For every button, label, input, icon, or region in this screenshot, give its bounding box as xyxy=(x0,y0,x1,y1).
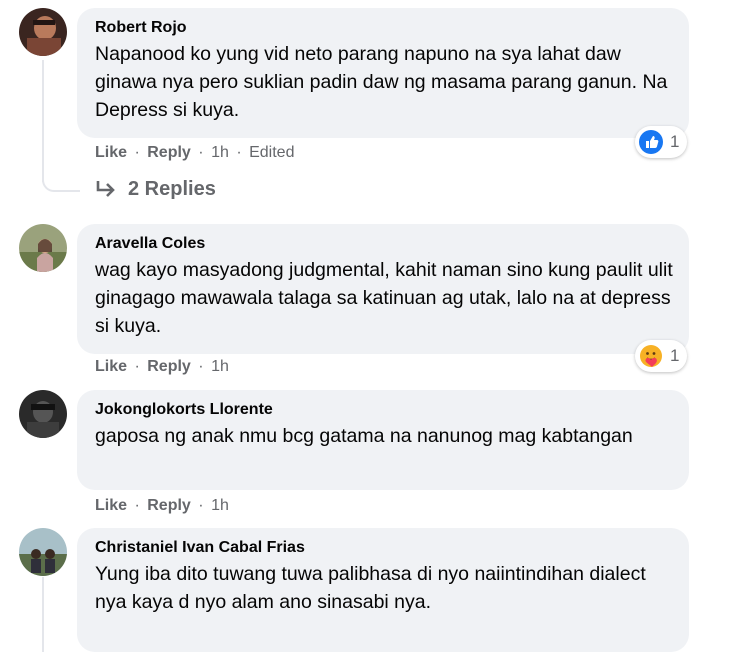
comment-text: wag kayo masyadong judgmental, kahit nam… xyxy=(95,259,673,337)
like-button[interactable]: Like xyxy=(95,358,127,375)
separator: · xyxy=(198,144,204,161)
edited-label: Edited xyxy=(249,144,295,161)
avatar[interactable] xyxy=(19,8,67,56)
like-button[interactable]: Like xyxy=(95,497,127,514)
comment-text: gaposa ng anak nmu bcg gatama na nanunog… xyxy=(95,425,633,447)
reply-button[interactable]: Reply xyxy=(147,358,191,375)
avatar[interactable] xyxy=(19,224,67,272)
reaction-badge[interactable]: 1 xyxy=(635,340,688,372)
reaction-count: 1 xyxy=(670,346,680,365)
avatar[interactable] xyxy=(19,528,67,576)
thread-curve xyxy=(42,160,80,192)
replies-count[interactable]: 2 Replies xyxy=(128,178,216,201)
separator: · xyxy=(236,144,242,161)
care-icon xyxy=(638,343,664,369)
separator: · xyxy=(198,497,204,514)
author-name[interactable]: Robert Rojo xyxy=(95,18,675,38)
reply-button[interactable]: Reply xyxy=(147,144,191,161)
reply-button[interactable]: Reply xyxy=(147,497,191,514)
timestamp[interactable]: 1h xyxy=(211,144,229,161)
comment-actions: Like · Reply · 1h xyxy=(95,357,229,377)
author-name[interactable]: Christaniel Ivan Cabal Frias xyxy=(95,538,675,558)
separator: · xyxy=(134,144,140,161)
like-button[interactable]: Like xyxy=(95,144,127,161)
comment-bubble: Jokonglokorts Llorente gaposa ng anak nm… xyxy=(77,390,689,490)
separator: · xyxy=(134,497,140,514)
thread-line xyxy=(42,577,44,652)
comment-bubble: Christaniel Ivan Cabal Frias Yung iba di… xyxy=(77,528,689,652)
separator: · xyxy=(134,358,140,375)
comment-actions: Like · Reply · 1h · Edited xyxy=(95,143,294,163)
timestamp[interactable]: 1h xyxy=(211,497,229,514)
comment-bubble: Robert Rojo Napanood ko yung vid neto pa… xyxy=(77,8,689,138)
separator: · xyxy=(198,358,204,375)
reply-arrow-icon xyxy=(96,180,115,197)
like-icon xyxy=(638,129,664,155)
reaction-count: 1 xyxy=(670,132,680,151)
reaction-badge[interactable]: 1 xyxy=(635,126,688,158)
author-name[interactable]: Jokonglokorts Llorente xyxy=(95,400,675,420)
timestamp[interactable]: 1h xyxy=(211,358,229,375)
avatar[interactable] xyxy=(19,390,67,438)
comment-text: Napanood ko yung vid neto parang napuno … xyxy=(95,43,668,121)
author-name[interactable]: Aravella Coles xyxy=(95,234,675,254)
comment-bubble: Aravella Coles wag kayo masyadong judgme… xyxy=(77,224,689,354)
comment-text: Yung iba dito tuwang tuwa palibhasa di n… xyxy=(95,563,646,613)
comment-actions: Like · Reply · 1h xyxy=(95,496,229,516)
view-replies-button[interactable]: 2 Replies xyxy=(95,178,216,201)
